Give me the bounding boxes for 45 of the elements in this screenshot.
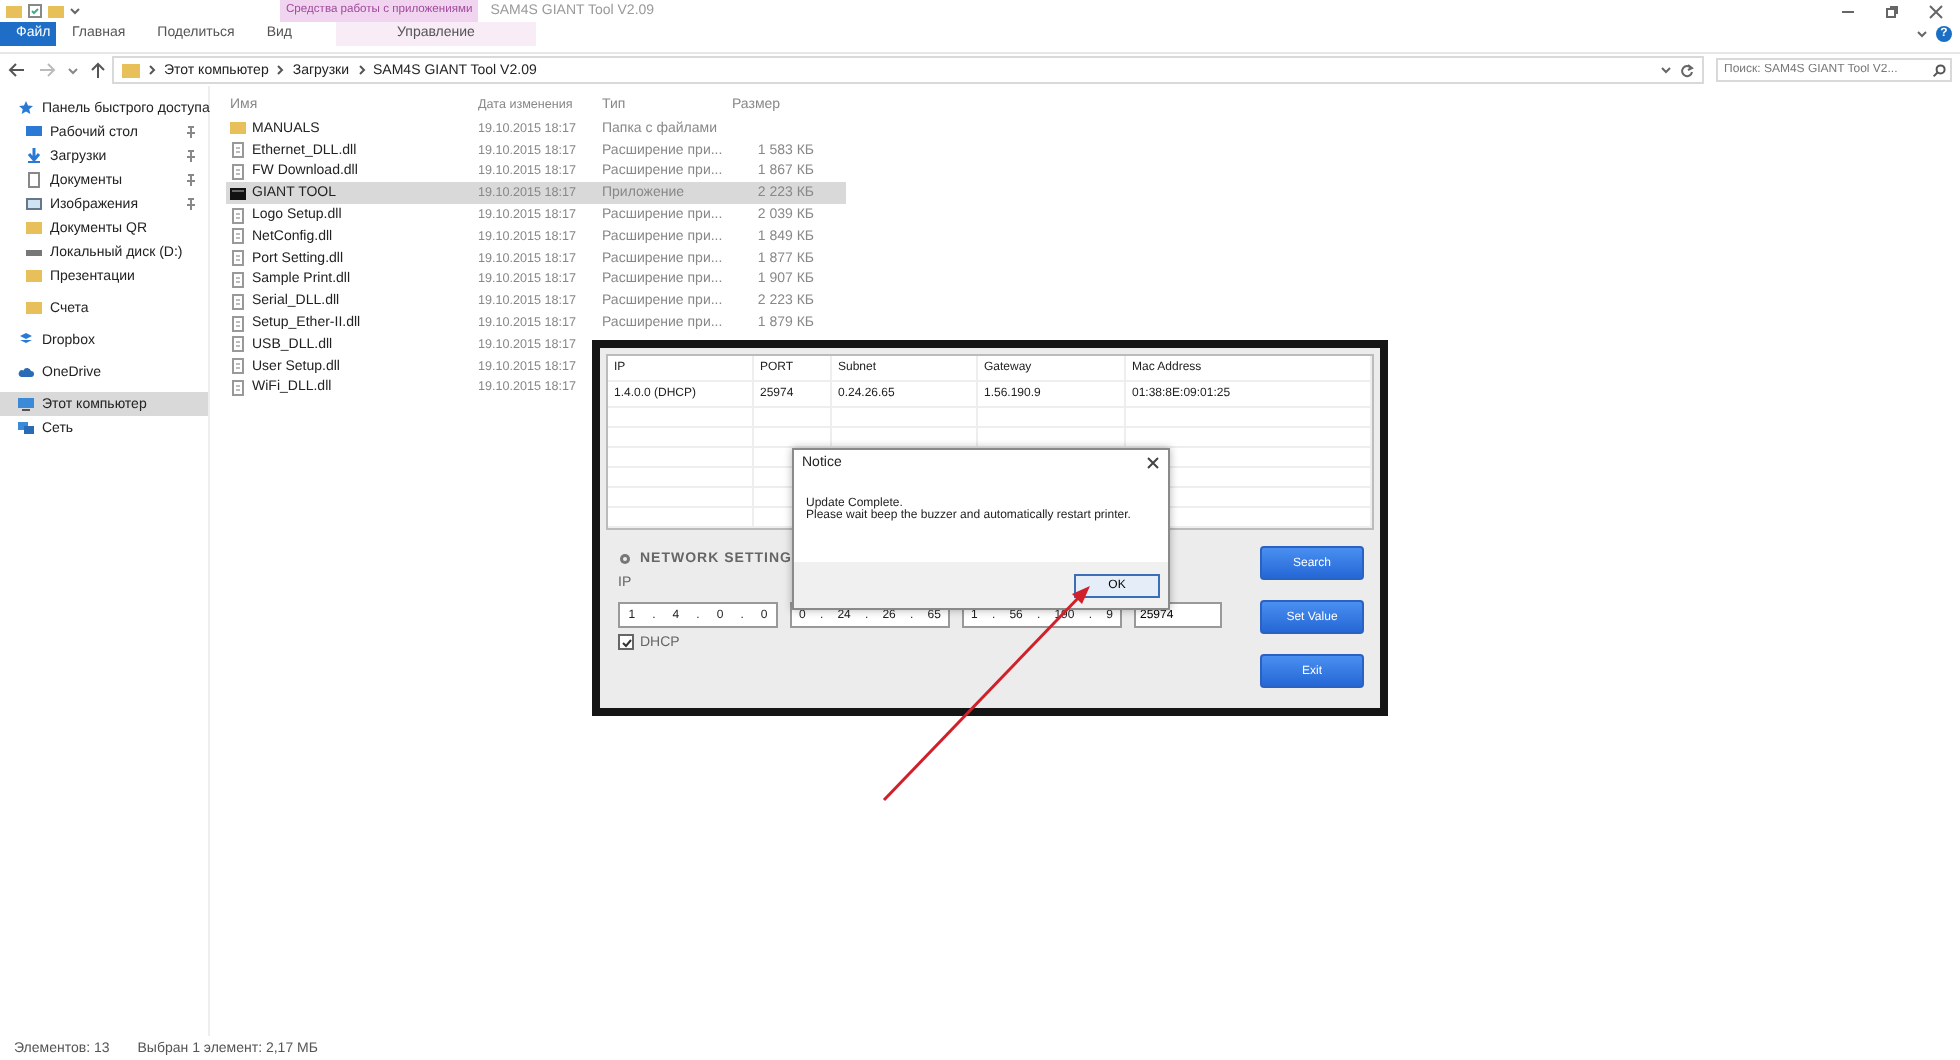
- search-icon: [1932, 63, 1946, 77]
- folder-icon: [6, 4, 22, 18]
- picture-icon: [26, 196, 42, 212]
- refresh-icon: [1680, 63, 1694, 77]
- chevron-icon: [1916, 28, 1928, 40]
- restore-icon: [1884, 3, 1900, 19]
- file-icon: [230, 336, 246, 353]
- file-icon: [230, 315, 246, 332]
- back-icon: [8, 62, 26, 78]
- document-icon: [26, 172, 42, 188]
- monitor-icon: [26, 124, 42, 140]
- close-icon: [1928, 3, 1944, 19]
- file-icon: [230, 271, 246, 288]
- close-icon: [1146, 455, 1160, 469]
- folder-icon: [48, 4, 64, 18]
- download-icon: [26, 148, 42, 164]
- file-icon: [230, 207, 246, 224]
- gear-icon: [618, 551, 632, 565]
- chevron-icon: [276, 64, 285, 76]
- file-icon: [230, 142, 246, 159]
- star-icon: [18, 100, 34, 116]
- up-icon: [90, 61, 106, 79]
- caret-icon: [1660, 65, 1672, 75]
- file-icon: [230, 358, 246, 375]
- check-icon: [621, 637, 631, 647]
- application-icon: [230, 185, 246, 202]
- forward-icon: [38, 62, 56, 78]
- box-icon: [18, 332, 34, 348]
- caret-icon: [70, 6, 80, 16]
- drive-icon: [26, 244, 42, 260]
- file-icon: [230, 379, 246, 396]
- file-icon: [230, 293, 246, 310]
- cloud-icon: [18, 364, 34, 380]
- folder-icon: [122, 62, 140, 78]
- chevron-icon: [148, 64, 156, 76]
- caret-icon: [68, 65, 78, 75]
- file-icon: [230, 163, 246, 180]
- network-icon: [18, 420, 34, 436]
- file-icon: [230, 228, 246, 245]
- computer-icon: [18, 396, 34, 412]
- checkbox[interactable]: [618, 634, 634, 650]
- folder-icon: [26, 220, 42, 236]
- chevron-icon: [357, 64, 366, 76]
- file-icon: [230, 250, 246, 267]
- folder-icon: [230, 120, 246, 137]
